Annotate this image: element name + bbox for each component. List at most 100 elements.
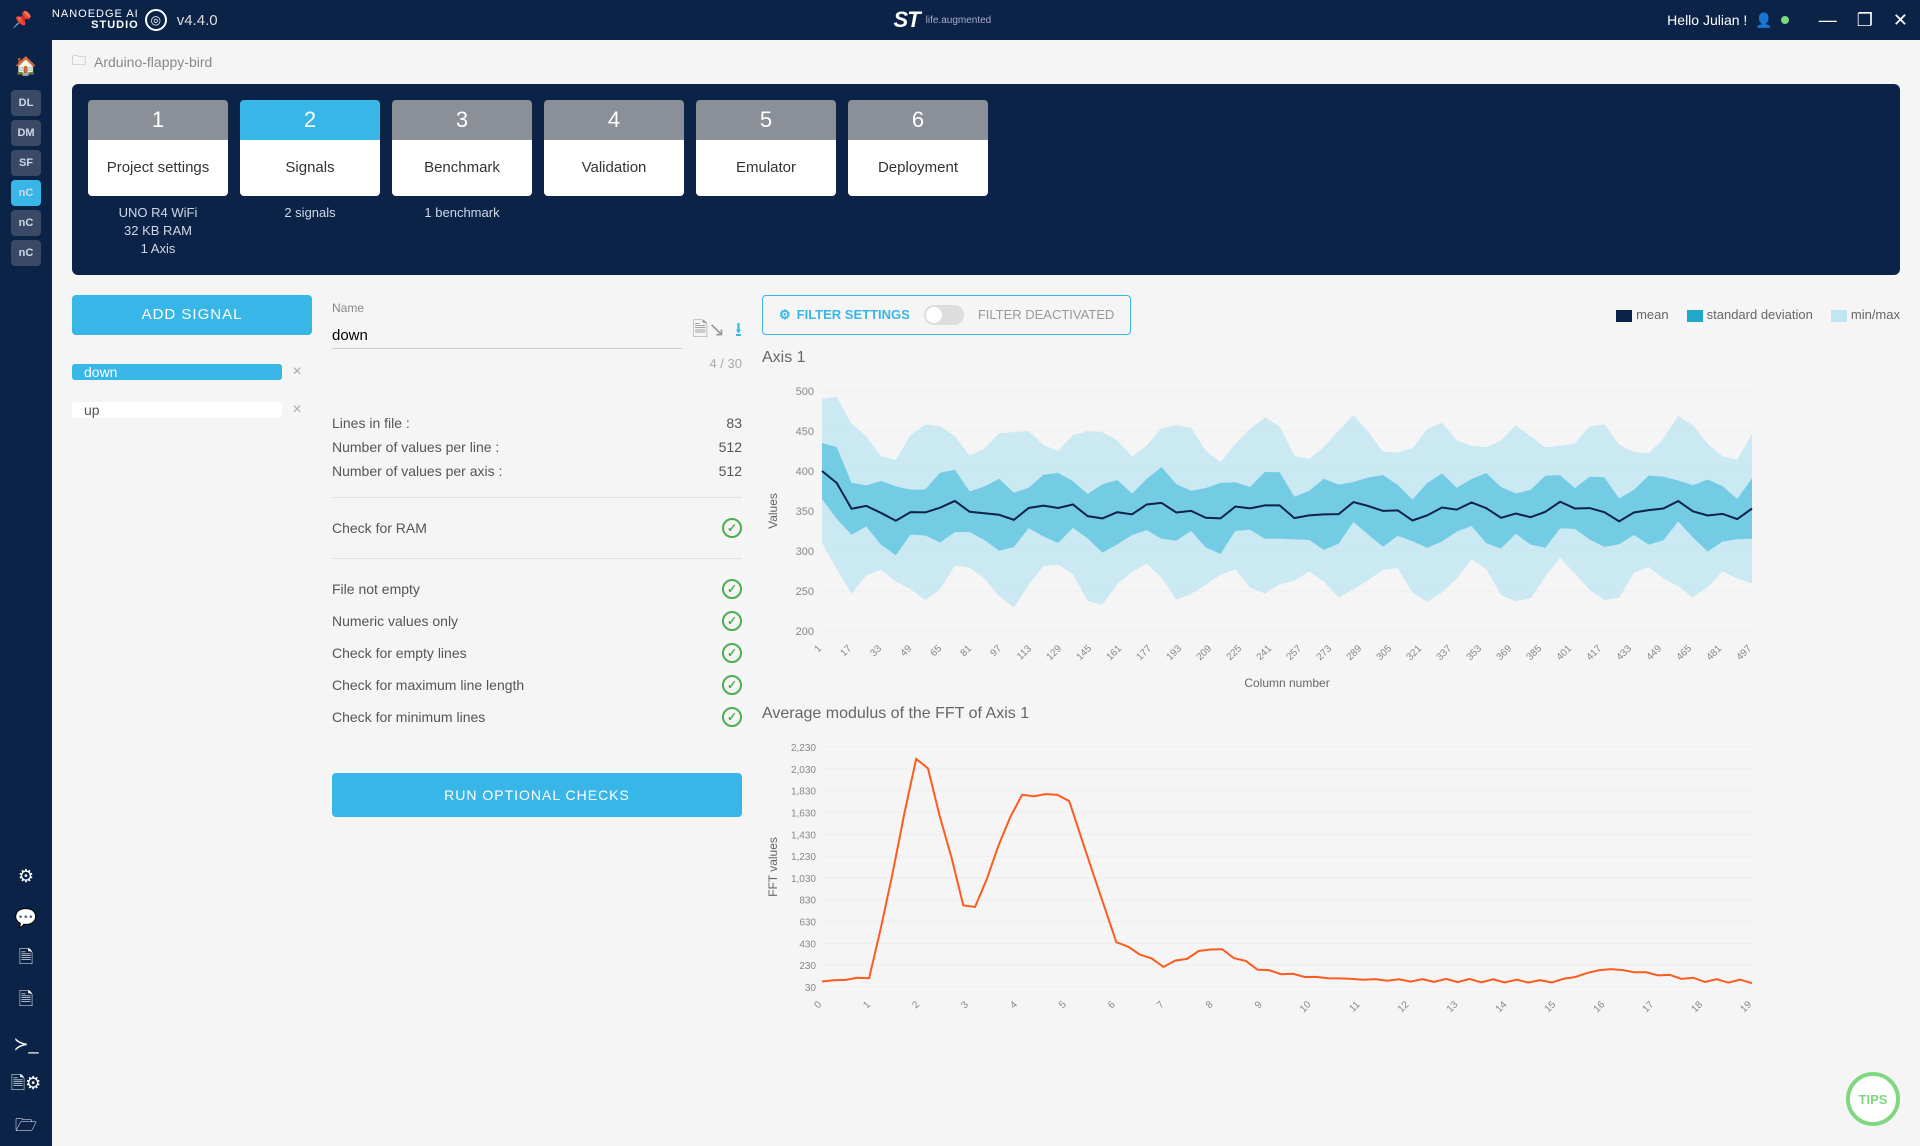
user-greeting[interactable]: Hello Julian ! 👤	[1667, 12, 1789, 29]
svg-text:401: 401	[1555, 643, 1575, 663]
svg-text:417: 417	[1585, 643, 1605, 663]
svg-text:1,430: 1,430	[791, 830, 816, 841]
workflow-steps: 1Project settingsUNO R4 WiFi32 KB RAM1 A…	[72, 84, 1900, 275]
svg-text:2,030: 2,030	[791, 764, 816, 775]
sidebar-tile-sf-2[interactable]: SF	[11, 150, 41, 176]
gear-icon: ⚙	[779, 307, 791, 323]
signal-close-up[interactable]: ×	[282, 401, 312, 419]
config-file-icon[interactable]: 🗎⚙	[8, 1068, 44, 1104]
check-ok-icon: ✓	[722, 643, 742, 663]
check-ok-icon: ✓	[722, 707, 742, 727]
check-ok-icon: ✓	[722, 611, 742, 631]
folder-icon[interactable]: 🗁	[8, 1110, 44, 1146]
svg-text:350: 350	[796, 506, 814, 518]
svg-text:241: 241	[1255, 643, 1275, 663]
signal-name-input[interactable]	[332, 323, 682, 349]
svg-text:16: 16	[1592, 999, 1608, 1015]
user-icon: 👤	[1755, 12, 1772, 29]
add-signal-button[interactable]: ADD SIGNAL	[72, 295, 312, 335]
minimize-icon[interactable]: —	[1819, 10, 1837, 31]
svg-text:300: 300	[796, 546, 814, 558]
svg-text:289: 289	[1345, 643, 1365, 663]
check-label: Check for empty lines	[332, 645, 467, 661]
signals-panel: ADD SIGNAL down×up×	[72, 295, 312, 1126]
svg-text:145: 145	[1075, 643, 1095, 663]
info-value: 512	[719, 463, 742, 479]
doc-search-icon[interactable]: 🗎	[8, 942, 44, 978]
info-value: 512	[719, 439, 742, 455]
maximize-icon[interactable]: ❐	[1857, 10, 1873, 31]
svg-text:1,030: 1,030	[791, 873, 816, 884]
svg-text:337: 337	[1435, 643, 1455, 663]
run-optional-checks-button[interactable]: RUN OPTIONAL CHECKS	[332, 773, 742, 817]
pin-icon[interactable]: 📌	[12, 10, 32, 30]
svg-text:321: 321	[1405, 643, 1425, 663]
svg-text:18: 18	[1690, 999, 1706, 1015]
sidebar: 🏠 DL DM SF nC nC nC ⚙ 💬 🗎 🗎 ≻_ 🗎⚙ 🗁	[0, 40, 52, 1146]
step-benchmark[interactable]: 3Benchmark1 benchmark	[392, 100, 532, 259]
sidebar-tile-nc-5[interactable]: nC	[11, 240, 41, 266]
svg-text:433: 433	[1615, 643, 1635, 663]
check-label: File not empty	[332, 581, 420, 597]
settings-icon[interactable]: ⚙	[8, 858, 44, 894]
svg-text:17: 17	[1641, 999, 1657, 1015]
svg-text:830: 830	[799, 895, 816, 906]
svg-text:33: 33	[868, 643, 884, 659]
step-validation[interactable]: 4Validation	[544, 100, 684, 259]
svg-text:81: 81	[958, 643, 974, 659]
step-emulator[interactable]: 5Emulator	[696, 100, 836, 259]
check-label: Check for maximum line length	[332, 677, 524, 693]
step-signals[interactable]: 2Signals2 signals	[240, 100, 380, 259]
svg-text:450: 450	[796, 426, 814, 438]
app-logo-badge: ◎	[145, 9, 167, 31]
filter-toggle[interactable]	[924, 305, 964, 325]
svg-text:200: 200	[796, 626, 814, 638]
sidebar-tile-nc-3[interactable]: nC	[11, 180, 41, 206]
svg-text:465: 465	[1675, 643, 1695, 663]
svg-text:1: 1	[861, 999, 873, 1011]
sidebar-tile-dl-0[interactable]: DL	[11, 90, 41, 116]
svg-text:8: 8	[1204, 999, 1216, 1011]
svg-text:209: 209	[1195, 643, 1215, 663]
svg-text:449: 449	[1645, 643, 1665, 663]
chart-fft: 302304306308301,0301,2301,4301,6301,8302…	[762, 737, 1900, 1037]
svg-text:257: 257	[1285, 643, 1305, 663]
check-label: Check for minimum lines	[332, 709, 485, 725]
svg-text:6: 6	[1106, 999, 1118, 1011]
close-icon[interactable]: ✕	[1893, 10, 1908, 31]
svg-text:2: 2	[910, 999, 922, 1011]
sidebar-tile-dm-1[interactable]: DM	[11, 120, 41, 146]
svg-text:305: 305	[1375, 643, 1395, 663]
step-project-settings[interactable]: 1Project settingsUNO R4 WiFi32 KB RAM1 A…	[88, 100, 228, 259]
doc-icon[interactable]: 🗎	[8, 984, 44, 1020]
svg-text:630: 630	[799, 917, 816, 928]
svg-text:FFT values: FFT values	[766, 837, 780, 897]
svg-text:177: 177	[1135, 643, 1155, 663]
st-tagline: life.augmented	[926, 15, 992, 26]
home-icon[interactable]: 🏠	[8, 48, 44, 84]
check-ok-icon: ✓	[722, 579, 742, 599]
svg-text:12: 12	[1396, 999, 1412, 1015]
svg-text:Values: Values	[766, 493, 780, 529]
import-icon[interactable]: 🗎↘	[692, 315, 725, 349]
info-value: 83	[726, 415, 742, 431]
download-icon[interactable]: ⭳	[735, 315, 742, 349]
tips-button[interactable]: TIPS	[1846, 1072, 1900, 1126]
filter-settings-button[interactable]: ⚙ FILTER SETTINGS	[779, 307, 910, 323]
svg-text:Column number: Column number	[1244, 676, 1329, 690]
svg-text:369: 369	[1495, 643, 1515, 663]
sidebar-tile-nc-4[interactable]: nC	[11, 210, 41, 236]
svg-text:30: 30	[805, 983, 817, 994]
terminal-icon[interactable]: ≻_	[8, 1026, 44, 1062]
svg-text:225: 225	[1225, 643, 1245, 663]
chat-icon[interactable]: 💬	[8, 900, 44, 936]
svg-text:19: 19	[1738, 999, 1754, 1015]
svg-text:13: 13	[1445, 999, 1461, 1015]
step-deployment[interactable]: 6Deployment	[848, 100, 988, 259]
signal-close-down[interactable]: ×	[282, 363, 312, 381]
signal-tab-up[interactable]: up	[72, 402, 282, 418]
svg-text:15: 15	[1543, 999, 1559, 1015]
svg-text:9: 9	[1253, 999, 1265, 1011]
signal-tab-down[interactable]: down	[72, 364, 282, 380]
name-label: Name	[332, 301, 742, 315]
